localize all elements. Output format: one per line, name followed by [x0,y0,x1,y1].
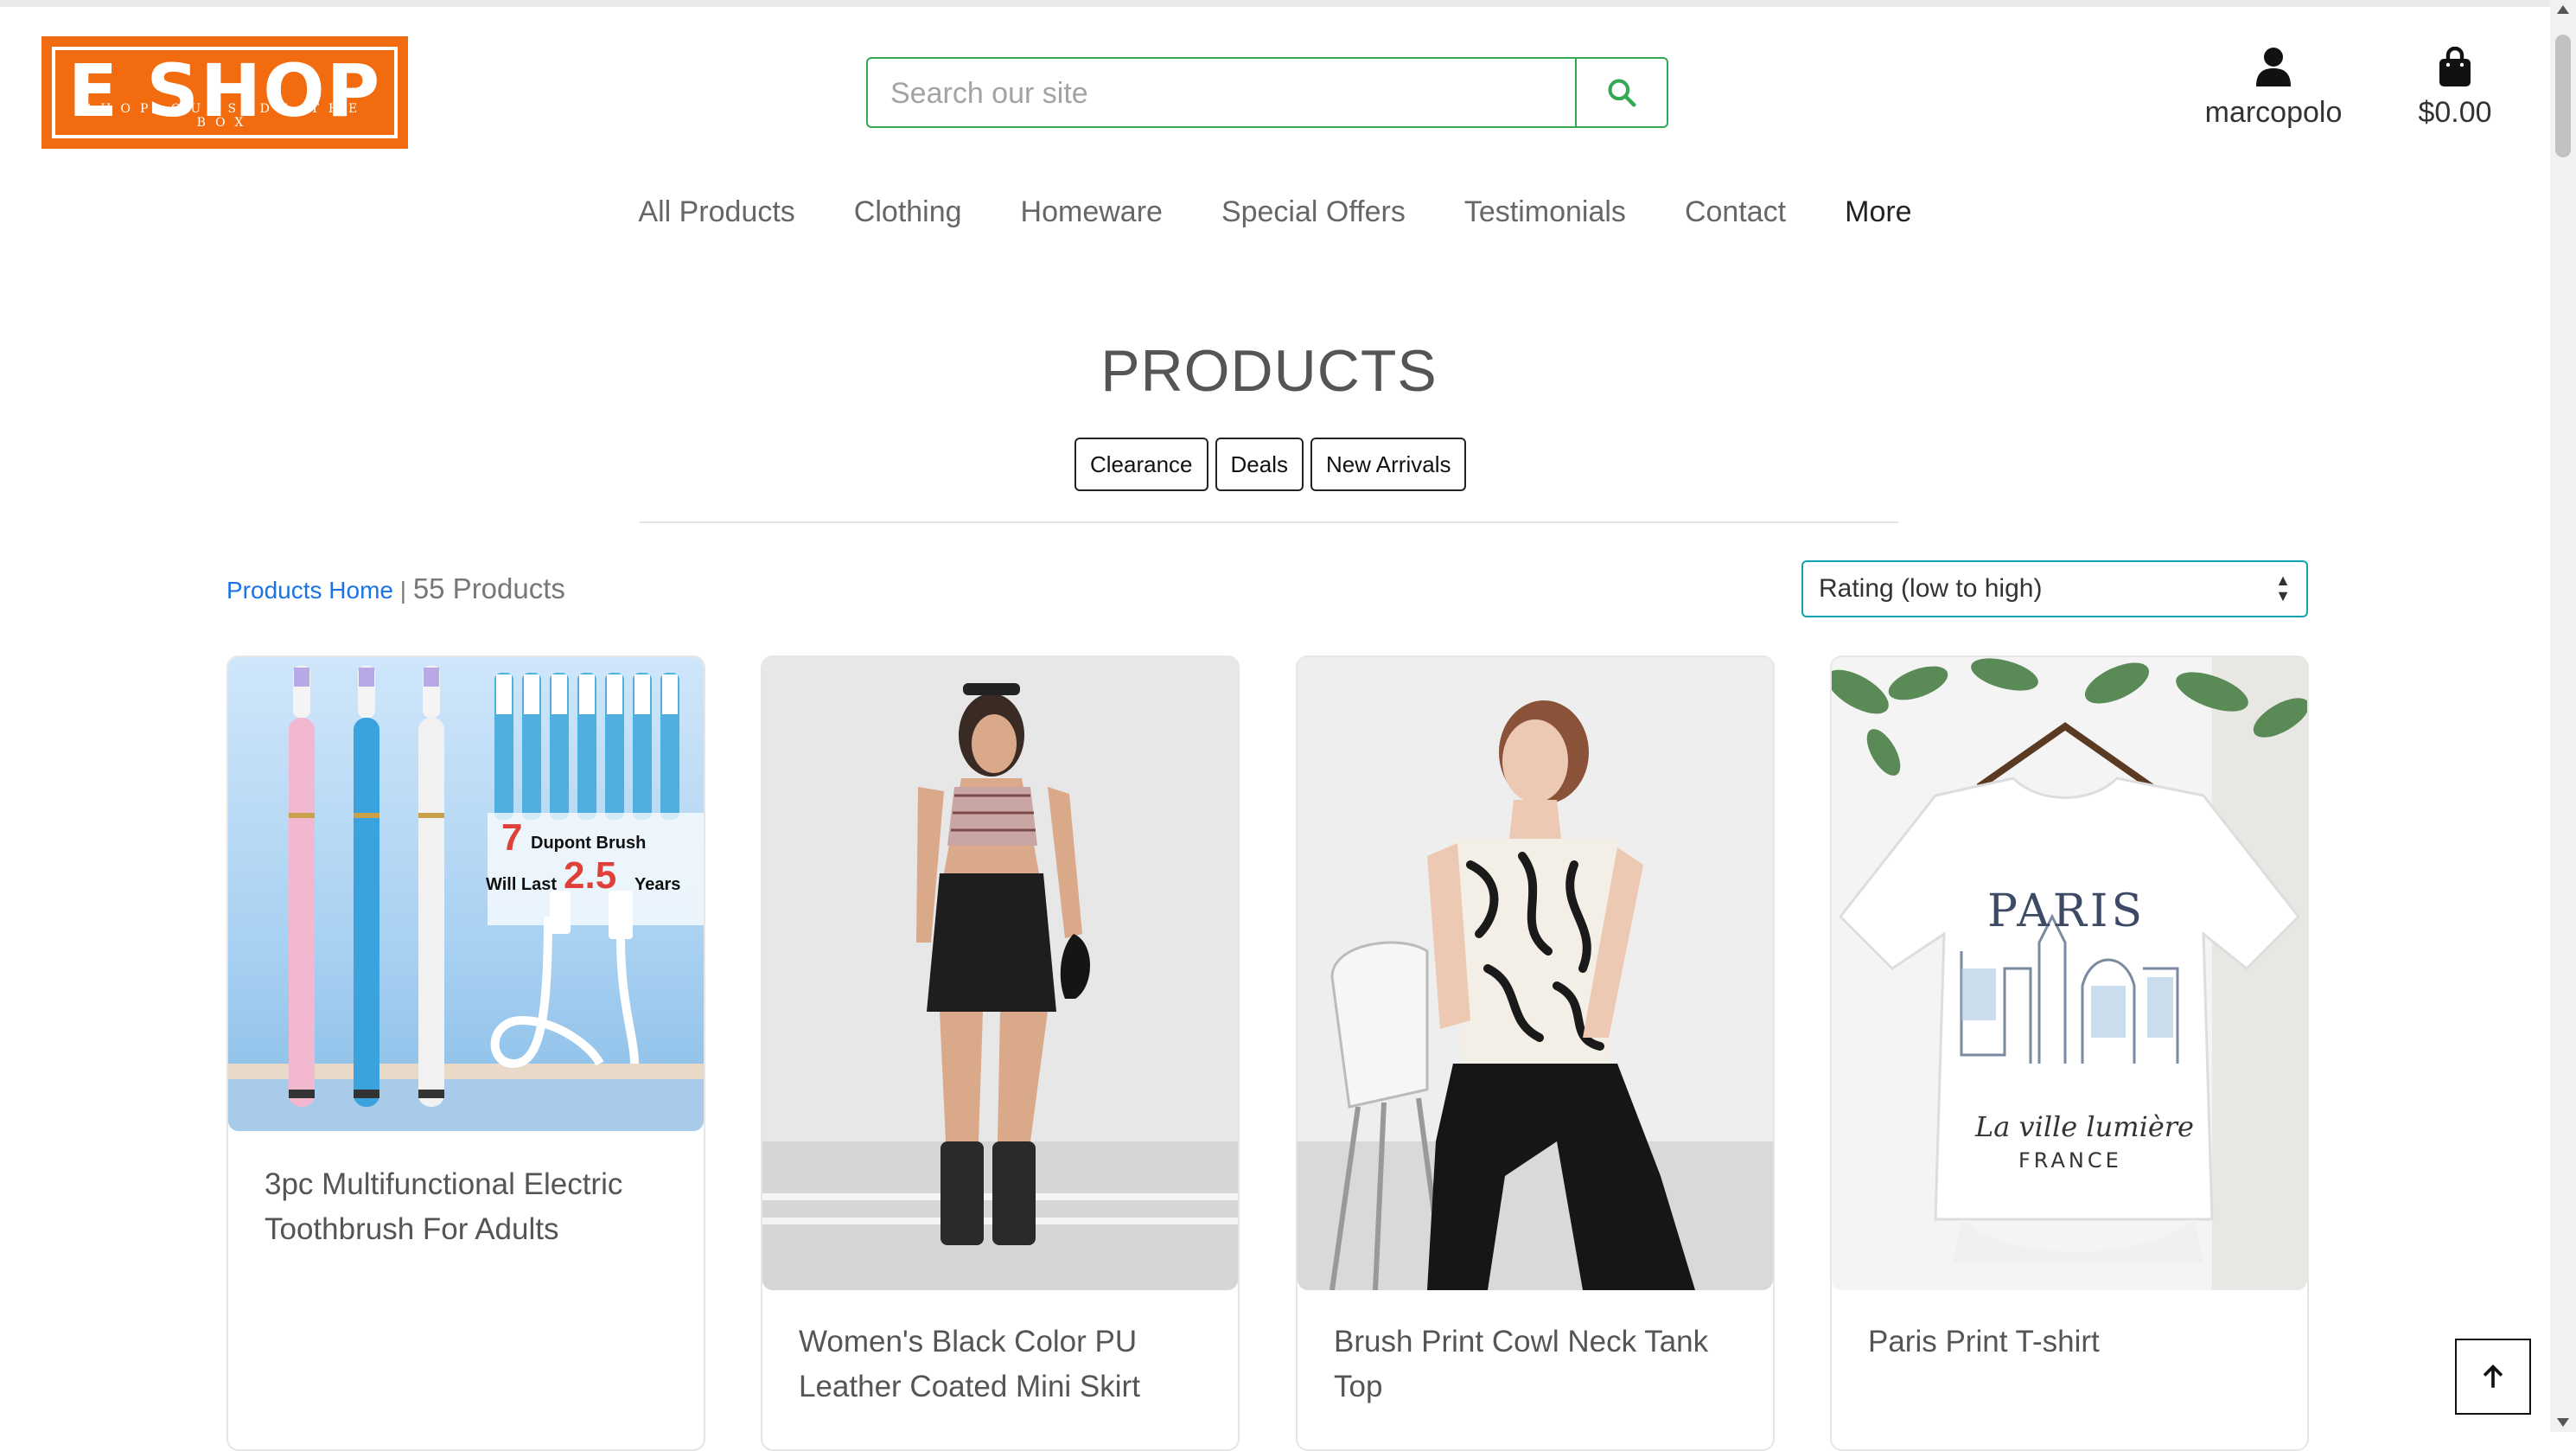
image-badge-count: 7 [501,816,523,859]
search-icon [1608,79,1636,107]
logo-frame: E SHOP SHOP OUTSIDE THE BOX [52,47,398,138]
image-badge-years: Years [634,875,681,894]
account-link[interactable]: marcopolo [2196,47,2351,130]
tshirt-print-paris: PARIS [1987,885,2146,937]
nav-testimonials[interactable]: Testimonials [1464,195,1626,229]
top-border [0,0,2550,7]
cart-total: $0.00 [2418,96,2492,129]
product-card[interactable]: 7 Dupont Brush Will Last 2.5 Years 3pc M… [226,655,705,1451]
page-title: PRODUCTS [1100,338,1438,404]
sort-selected-value: Rating (low to high) [1819,574,2043,603]
tshirt-print-script: La ville lumière [1975,1110,2194,1143]
product-card[interactable]: Brush Print Cowl Neck Tank Top [1296,655,1775,1451]
logo-tagline: SHOP OUTSIDE THE BOX [82,102,367,130]
nav-homeware[interactable]: Homeware [1021,195,1163,229]
product-name[interactable]: 3pc Multifunctional Electric Toothbrush … [265,1162,678,1252]
user-icon [2256,48,2291,86]
search-form [866,57,1668,128]
breadcrumb: Products Home | 55 Products [226,572,565,605]
nav-clothing[interactable]: Clothing [854,195,962,229]
product-card[interactable]: PARIS La ville lumière FRANCE Paris Prin… [1830,655,2309,1451]
search-input[interactable] [889,67,1566,119]
scroll-down-icon[interactable] [2557,1418,2569,1427]
back-to-top-button[interactable] [2455,1339,2531,1415]
nav-contact[interactable]: Contact [1685,195,1786,229]
nav-special-offers[interactable]: Special Offers [1221,195,1406,229]
image-badge-will-last: Will Last [486,875,558,894]
sort-select[interactable]: Rating (low to high) ▲ ▼ [1801,560,2308,617]
nav-all-products[interactable]: All Products [638,195,794,229]
scrollbar-thumb[interactable] [2555,35,2571,157]
product-card[interactable]: Women's Black Color PU Leather Coated Mi… [761,655,1240,1451]
breadcrumb-products-home[interactable]: Products Home [226,577,393,604]
image-badge-brush: Dupont Brush [531,834,647,853]
product-image[interactable] [1298,657,1773,1290]
breadcrumb-separator: | [399,577,407,604]
product-name[interactable]: Brush Print Cowl Neck Tank Top [1334,1320,1747,1409]
search-button[interactable] [1575,59,1667,126]
product-count: 55 Products [412,572,565,604]
eshop-logo[interactable]: E SHOP SHOP OUTSIDE THE BOX [41,36,408,149]
product-name[interactable]: Women's Black Color PU Leather Coated Mi… [799,1320,1212,1409]
image-badge-years-number: 2.5 [564,854,617,897]
cart-link[interactable]: $0.00 [2403,46,2507,130]
arrow-up-icon [2483,1365,2503,1388]
product-image[interactable]: PARIS La ville lumière FRANCE [1832,657,2307,1290]
scroll-up-icon[interactable] [2557,5,2569,14]
filter-clearance-button[interactable]: Clearance [1074,438,1208,491]
main-nav: All Products Clothing Homeware Special O… [0,195,2550,229]
select-arrows-icon: ▲ ▼ [2275,572,2291,604]
filter-buttons: Clearance Deals New Arrivals [1074,438,1467,491]
account-username: marcopolo [2204,96,2343,129]
product-image[interactable] [762,657,1238,1290]
filter-new-arrivals-button[interactable]: New Arrivals [1310,438,1467,491]
page-scrollbar[interactable] [2550,0,2576,1432]
tshirt-print-country: FRANCE [2018,1148,2122,1173]
shopping-bag-icon [2439,46,2471,86]
filter-deals-button[interactable]: Deals [1215,438,1304,491]
product-image[interactable]: 7 Dupont Brush Will Last 2.5 Years [228,657,704,1131]
nav-more[interactable]: More [1845,195,1911,229]
product-name[interactable]: Paris Print T-shirt [1868,1320,2281,1365]
header-divider [640,521,1898,523]
